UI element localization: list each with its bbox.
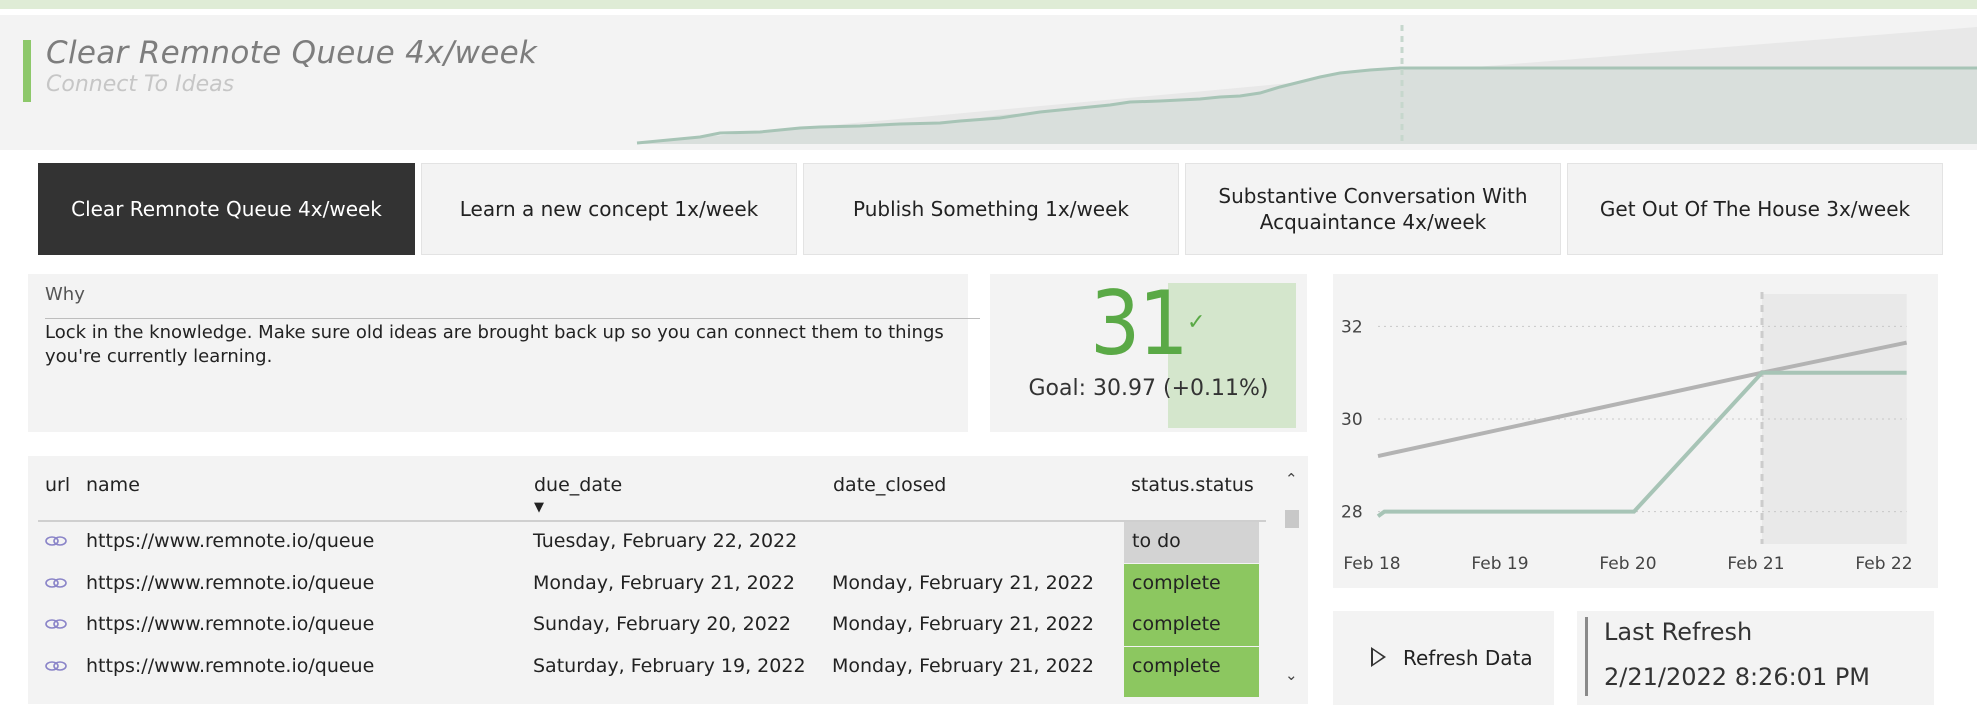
checkmark-icon: ✓ (1187, 310, 1206, 335)
refresh-data-label: Refresh Data (1403, 646, 1533, 670)
column-header-url[interactable]: url (45, 474, 70, 496)
cell-date-closed: Monday, February 21, 2022 (832, 572, 1094, 594)
cell-name: https://www.remnote.io/queue (86, 613, 375, 635)
scroll-up-icon[interactable]: ⌃ (1285, 470, 1298, 488)
goal-subtitle: Connect To Ideas (46, 72, 235, 97)
kpi-value: 31 (1090, 272, 1189, 375)
x-tick-label: Feb 19 (1471, 554, 1528, 574)
why-divider (45, 318, 980, 319)
cell-status: complete (1124, 647, 1259, 697)
table-scrollbar[interactable]: ⌃ ⌄ (1282, 470, 1302, 695)
link-icon[interactable] (45, 615, 67, 633)
tab-clear-remnote-queue[interactable]: Clear Remnote Queue 4x/week (38, 163, 415, 255)
last-refresh-value: 2/21/2022 8:26:01 PM (1604, 663, 1871, 691)
table-row: https://www.remnote.io/queue Saturday, F… (28, 647, 1268, 697)
header-accent-bar (23, 40, 31, 102)
scroll-thumb[interactable] (1285, 510, 1299, 528)
link-icon[interactable] (45, 657, 67, 675)
tab-get-out-of-house[interactable]: Get Out Of The House 3x/week (1567, 163, 1943, 255)
cell-date-closed: Monday, February 21, 2022 (832, 613, 1094, 635)
column-header-name[interactable]: name (86, 474, 140, 496)
header-banner: Clear Remnote Queue 4x/week Connect To I… (0, 15, 1977, 150)
y-tick-label: 30 (1341, 410, 1363, 430)
kpi-status-background (1168, 283, 1296, 428)
goal-title: Clear Remnote Queue 4x/week (46, 35, 538, 71)
link-icon[interactable] (45, 574, 67, 592)
refresh-data-button[interactable]: Refresh Data (1333, 611, 1554, 705)
scroll-down-icon[interactable]: ⌄ (1285, 666, 1298, 684)
cell-status: to do (1124, 522, 1259, 563)
tasks-table: url name due_date ▼ date_closed status.s… (28, 456, 1308, 704)
why-text: Lock in the knowledge. Make sure old ide… (45, 322, 944, 367)
y-tick-label: 32 (1341, 317, 1363, 337)
progress-chart: 28 30 32 Feb 18 Feb 19 Feb 20 Feb 21 Feb 22 (1333, 274, 1938, 588)
table-row: https://www.remnote.io/queue Monday, Feb… (28, 564, 1268, 606)
tab-learn-new-concept[interactable]: Learn a new concept 1x/week (421, 163, 797, 255)
column-header-date-closed[interactable]: date_closed (833, 474, 946, 496)
why-label: Why (45, 284, 85, 305)
kpi-card: 31 ✓ Goal: 30.97 (+0.11%) (990, 272, 1307, 432)
cell-name: https://www.remnote.io/queue (86, 572, 375, 594)
cell-date-closed: Monday, February 21, 2022 (832, 655, 1094, 677)
cell-status: complete (1124, 564, 1259, 605)
column-header-status[interactable]: status.status (1131, 474, 1254, 496)
cell-due-date: Sunday, February 20, 2022 (533, 613, 792, 635)
progress-chart-svg: 28 30 32 Feb 18 Feb 19 Feb 20 Feb 21 Feb 22 (1341, 292, 1913, 574)
last-refresh-label: Last Refresh (1604, 618, 1753, 646)
x-tick-label: Feb 18 (1343, 554, 1400, 574)
top-accent-strip (0, 0, 1977, 9)
cell-due-date: Tuesday, February 22, 2022 (533, 530, 798, 552)
tab-substantive-conversation[interactable]: Substantive Conversation With Acquaintan… (1185, 163, 1561, 255)
play-icon (1371, 647, 1386, 667)
cell-due-date: Monday, February 21, 2022 (533, 572, 795, 594)
table-row: https://www.remnote.io/queue Sunday, Feb… (28, 605, 1268, 647)
why-panel: Why Lock in the knowledge. Make sure old… (28, 274, 980, 432)
last-refresh-card: Last Refresh 2/21/2022 8:26:01 PM (1577, 611, 1934, 705)
column-header-due-date[interactable]: due_date (534, 474, 622, 496)
sort-descending-icon: ▼ (534, 500, 544, 515)
x-tick-label: Feb 20 (1599, 554, 1656, 574)
link-icon[interactable] (45, 532, 67, 550)
last-refresh-accent (1585, 617, 1588, 696)
kpi-goal: Goal: 30.97 (+0.11%) (1028, 376, 1269, 401)
y-tick-label: 28 (1341, 503, 1363, 523)
tab-publish-something[interactable]: Publish Something 1x/week (803, 163, 1179, 255)
cell-name: https://www.remnote.io/queue (86, 655, 375, 677)
cell-due-date: Saturday, February 19, 2022 (533, 655, 806, 677)
x-tick-label: Feb 22 (1855, 554, 1912, 574)
table-row: https://www.remnote.io/queue Tuesday, Fe… (28, 522, 1268, 564)
cell-name: https://www.remnote.io/queue (86, 530, 375, 552)
cell-status: complete (1124, 605, 1259, 646)
x-tick-label: Feb 21 (1727, 554, 1784, 574)
